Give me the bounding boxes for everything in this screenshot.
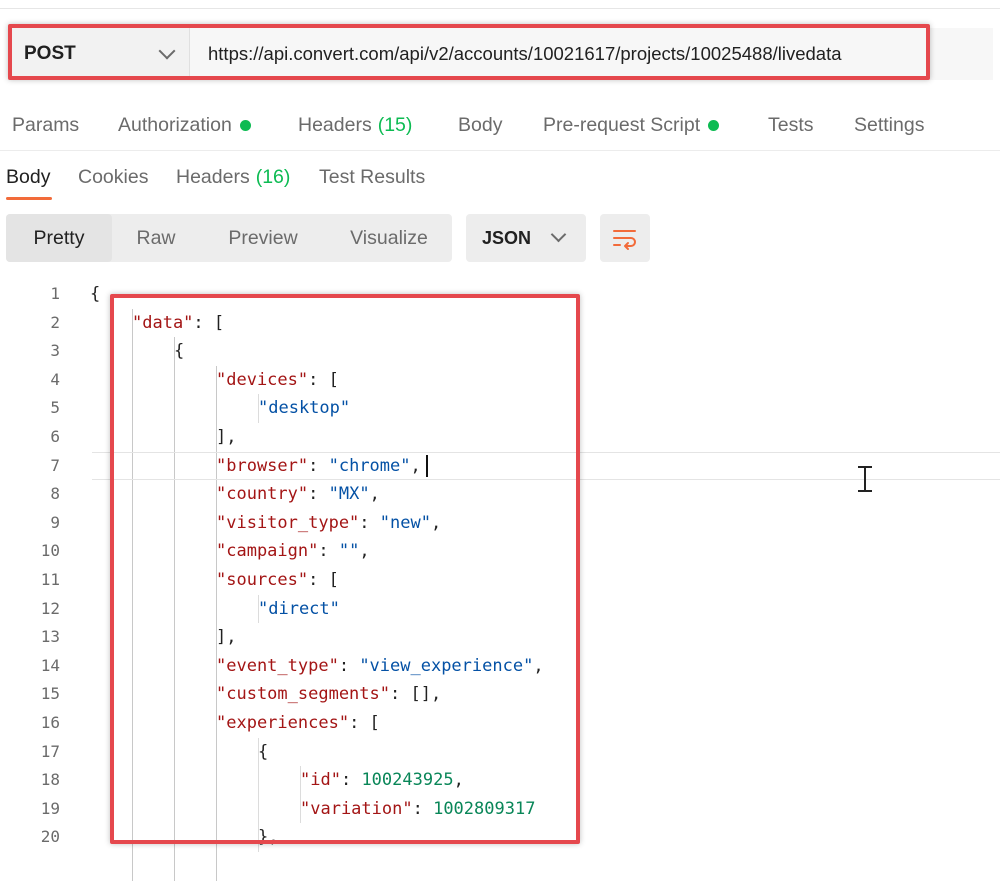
line-number: 9 bbox=[50, 512, 60, 532]
response-tab-cookies-label: Cookies bbox=[78, 165, 149, 188]
request-tabs: Params Authorization Headers (15) Body Pr… bbox=[0, 108, 1000, 142]
line-number: 10 bbox=[40, 541, 60, 561]
response-tab-test-results-label: Test Results bbox=[319, 165, 426, 188]
line-number: 5 bbox=[50, 398, 60, 418]
active-tab-underline bbox=[6, 197, 52, 200]
status-dot-icon bbox=[708, 119, 720, 131]
line-number: 12 bbox=[40, 598, 60, 618]
tab-authorization-label: Authorization bbox=[118, 113, 232, 136]
tab-settings-label: Settings bbox=[854, 113, 925, 136]
wrap-lines-button[interactable] bbox=[600, 214, 650, 262]
line-number: 18 bbox=[40, 770, 60, 790]
code-text: { bbox=[90, 280, 100, 309]
tab-body[interactable]: Body bbox=[458, 108, 502, 142]
line-number: 17 bbox=[40, 741, 60, 761]
language-label: JSON bbox=[482, 227, 532, 248]
data-highlight-box bbox=[110, 294, 580, 844]
tab-settings[interactable]: Settings bbox=[854, 108, 924, 142]
response-tab-body[interactable]: Body bbox=[6, 160, 50, 194]
response-tab-headers-label: Headers bbox=[176, 165, 250, 188]
top-divider bbox=[0, 8, 1000, 9]
chevron-down-icon bbox=[550, 226, 567, 243]
tab-tests-label: Tests bbox=[768, 113, 814, 136]
tab-authorization[interactable]: Authorization bbox=[118, 108, 251, 142]
tab-pre-request-label: Pre-request Script bbox=[543, 113, 701, 136]
line-number: 4 bbox=[50, 369, 60, 389]
response-tab-cookies[interactable]: Cookies bbox=[78, 160, 148, 194]
line-number: 11 bbox=[40, 570, 60, 589]
view-pretty-button[interactable]: Pretty bbox=[6, 214, 112, 262]
tab-headers[interactable]: Headers (15) bbox=[298, 108, 412, 142]
tab-params[interactable]: Params bbox=[12, 108, 79, 142]
view-preview-button[interactable]: Preview bbox=[212, 214, 314, 262]
view-visualize-button[interactable]: Visualize bbox=[332, 214, 446, 262]
line-number: 2 bbox=[50, 312, 60, 332]
line-number: 20 bbox=[40, 827, 60, 847]
text-cursor-icon bbox=[858, 466, 872, 492]
response-headers-count: (16) bbox=[255, 165, 291, 188]
tab-body-label: Body bbox=[458, 113, 503, 136]
status-dot-icon bbox=[239, 119, 251, 131]
line-number: 3 bbox=[50, 341, 60, 361]
tab-pre-request-script[interactable]: Pre-request Script bbox=[543, 108, 720, 142]
view-raw-button[interactable]: Raw bbox=[118, 214, 194, 262]
tab-params-label: Params bbox=[12, 113, 80, 136]
wrap-lines-icon bbox=[613, 230, 636, 250]
tabs-divider bbox=[0, 150, 1000, 151]
headers-count: (15) bbox=[377, 113, 413, 136]
tab-headers-label: Headers bbox=[298, 113, 372, 136]
line-number: 1 bbox=[50, 284, 60, 303]
line-number: 7 bbox=[50, 455, 60, 475]
response-tab-headers[interactable]: Headers (16) bbox=[176, 160, 290, 194]
tab-tests[interactable]: Tests bbox=[768, 108, 814, 142]
line-number: 13 bbox=[40, 627, 60, 647]
line-number: 8 bbox=[50, 484, 60, 504]
line-number: 19 bbox=[40, 798, 60, 818]
line-number: 15 bbox=[40, 684, 60, 704]
line-number: 14 bbox=[40, 655, 60, 675]
json-punctuation: { bbox=[90, 284, 101, 304]
response-tab-test-results[interactable]: Test Results bbox=[319, 160, 425, 194]
response-tab-body-label: Body bbox=[6, 165, 51, 188]
line-number: 6 bbox=[50, 427, 60, 446]
url-highlight-box bbox=[8, 24, 930, 80]
language-select[interactable]: JSON bbox=[466, 214, 586, 262]
line-number: 16 bbox=[40, 713, 60, 732]
